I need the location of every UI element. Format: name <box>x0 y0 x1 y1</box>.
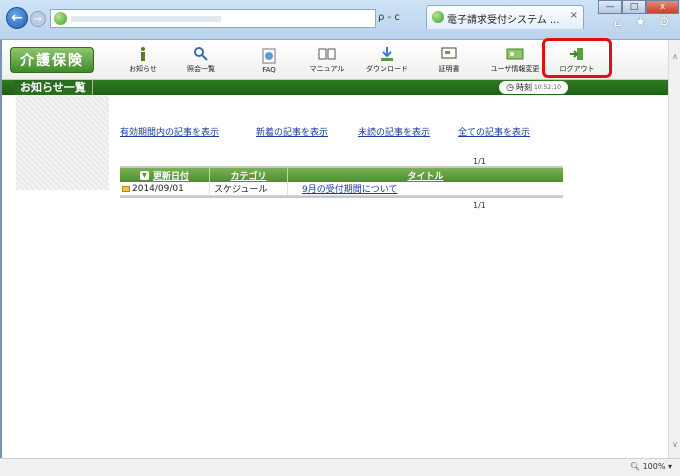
download-icon <box>378 46 396 62</box>
browser-tab[interactable]: 電子請求受付システム ... × <box>426 5 584 29</box>
header-category-label: カテゴリ <box>230 171 267 182</box>
forward-button[interactable]: → <box>30 11 46 27</box>
notice-table: ▼ 更新日付 カテゴリ タイトル 2014/09/01 スケジュール 9月の受付… <box>120 166 563 198</box>
menu-manual-label: マニュアル <box>309 65 345 73</box>
chevron-down-icon: ▾ <box>667 462 672 471</box>
menu-manual[interactable]: マニュアル <box>298 42 356 78</box>
browser-chrome: ← → ρ - c 電子請求受付システム ... × — □ x ⌂ ★ ⚙ <box>0 0 680 40</box>
table-row: 2014/09/01 スケジュール 9月の受付期間について <box>120 182 563 196</box>
site-favicon-icon <box>54 12 67 25</box>
clock-icon: ◷ <box>506 82 514 93</box>
menu-download-label: ダウンロード <box>366 65 408 73</box>
scroll-down-icon[interactable]: ∨ <box>670 440 680 452</box>
window-maximize-button[interactable]: □ <box>622 0 646 14</box>
row-title-link[interactable]: 9月の受付期間について <box>288 182 563 195</box>
app-header: 介護保険 お知らせ 照会一覧 FAQ マニュアル ダウンロード 証明書 ユーザ情… <box>2 38 668 80</box>
menu-certificate[interactable]: 証明書 <box>420 42 478 78</box>
zoom-control[interactable]: 🔍︎ 100% ▾ <box>630 462 672 471</box>
arrow-right-icon: → <box>33 13 43 25</box>
menu-certificate-label: 証明書 <box>438 65 460 73</box>
faq-icon <box>260 48 278 64</box>
menu-faq-label: FAQ <box>262 66 276 74</box>
header-title-label: タイトル <box>407 171 444 182</box>
window-minimize-button[interactable]: — <box>598 0 622 14</box>
menu-info-label: お知らせ <box>129 65 157 73</box>
clock-widget: ◷ 時刻 10:52:10 <box>499 81 568 94</box>
menu-user-info[interactable]: ユーザ情報変更 <box>486 42 544 78</box>
side-panel <box>16 96 109 190</box>
clock-label: 時刻 <box>515 83 532 92</box>
tab-favicon-icon <box>432 11 444 23</box>
row-date: 2014/09/01 <box>132 183 184 194</box>
info-icon <box>134 46 152 62</box>
row-category: スケジュール <box>210 182 288 195</box>
page-title: お知らせ一覧 <box>14 80 93 95</box>
user-info-icon <box>506 46 524 62</box>
vertical-scrollbar[interactable]: ∧ ∨ <box>668 40 680 458</box>
window-close-button[interactable]: x <box>646 0 679 14</box>
page-bar: お知らせ一覧 ◷ 時刻 10:52:10 <box>2 80 668 95</box>
sort-down-icon: ▼ <box>139 170 149 180</box>
menu-info[interactable]: お知らせ <box>114 42 172 78</box>
clock-time: 10:52:10 <box>533 84 561 91</box>
tab-title: 電子請求受付システム ... <box>447 15 560 26</box>
filter-unread-articles-link[interactable]: 未読の記事を表示 <box>358 125 430 138</box>
tab-close-icon[interactable]: × <box>570 10 578 21</box>
manual-icon <box>318 46 336 62</box>
zoom-icon: 🔍︎ <box>629 462 641 471</box>
page-viewport: 介護保険 お知らせ 照会一覧 FAQ マニュアル ダウンロード 証明書 ユーザ情… <box>0 38 668 458</box>
header-date[interactable]: ▼ 更新日付 <box>120 168 210 182</box>
header-title[interactable]: タイトル <box>288 168 563 182</box>
url-text <box>71 16 221 22</box>
menu-faq[interactable]: FAQ <box>240 42 298 78</box>
status-bar: 🔍︎ 100% ▾ <box>0 458 680 476</box>
filter-all-articles-link[interactable]: 全ての記事を表示 <box>458 125 530 138</box>
address-bar[interactable] <box>50 9 376 28</box>
scroll-up-icon[interactable]: ∧ <box>670 52 680 64</box>
header-category[interactable]: カテゴリ <box>210 168 288 182</box>
arrow-left-icon: ← <box>11 10 23 26</box>
back-button[interactable]: ← <box>6 7 28 29</box>
browser-toolbar-icons[interactable]: ⌂ ★ ⚙ <box>614 15 674 30</box>
search-list-icon <box>192 46 210 62</box>
menu-search-list[interactable]: 照会一覧 <box>172 42 230 78</box>
row-date-cell: 2014/09/01 <box>120 182 210 195</box>
menu-download[interactable]: ダウンロード <box>358 42 416 78</box>
zoom-value: 100% <box>642 462 666 471</box>
menu-user-info-label: ユーザ情報変更 <box>490 65 540 73</box>
filter-new-articles-link[interactable]: 新着の記事を表示 <box>256 125 328 138</box>
header-date-label: 更新日付 <box>152 171 189 182</box>
app-logo: 介護保険 <box>10 47 94 73</box>
filter-valid-articles-link[interactable]: 有効期間内の記事を表示 <box>120 125 219 138</box>
pager-top: 1/1 <box>473 157 486 166</box>
mail-icon <box>122 185 130 192</box>
pager-bottom: 1/1 <box>473 201 486 210</box>
table-header: ▼ 更新日付 カテゴリ タイトル <box>120 168 563 182</box>
logout-highlight <box>542 38 612 78</box>
table-bottom-rule <box>120 196 563 198</box>
menu-search-list-label: 照会一覧 <box>187 65 215 73</box>
address-tools[interactable]: ρ - c <box>378 12 400 23</box>
certificate-icon <box>440 46 458 62</box>
